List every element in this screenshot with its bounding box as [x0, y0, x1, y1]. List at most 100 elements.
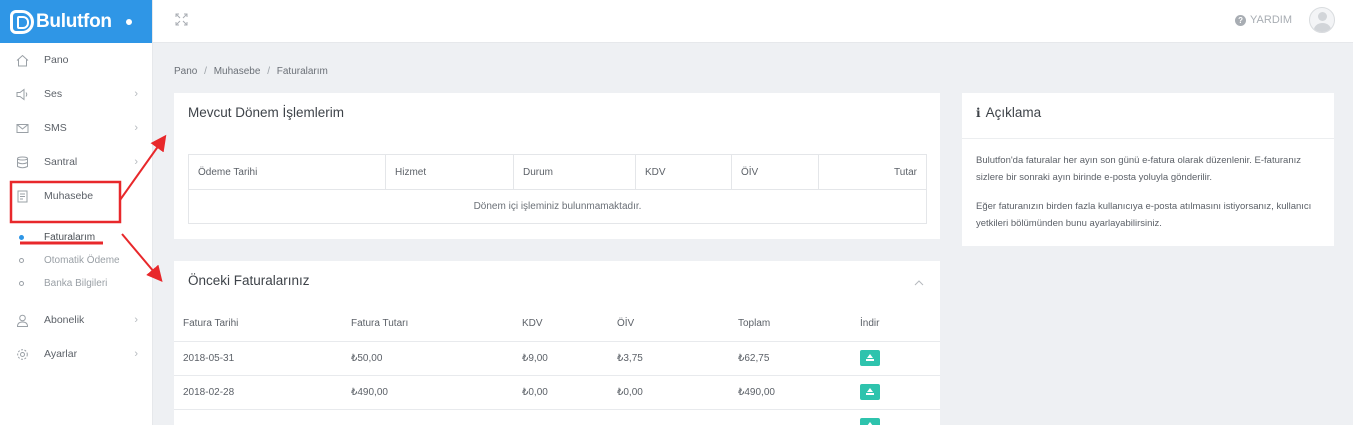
column-header: Fatura Tutarı [342, 306, 513, 342]
sidebar-item-label: Ses [44, 88, 63, 100]
download-cell [851, 409, 940, 425]
info-paragraph: Eğer faturanızın birden fazla kullanıcıy… [976, 201, 1312, 229]
table-header-row: Ödeme Tarihi Hizmet Durum KDV ÖİV Tutar [188, 154, 927, 190]
bulutfon-logo-icon [10, 9, 34, 34]
breadcrumb: Pano / Muhasebe / Faturalarım [174, 66, 332, 77]
invoice-kdv: ₺0,00 [513, 375, 608, 410]
muhasebe-submenu: Faturalarım Otomatik Ödeme Banka Bilgile… [0, 226, 152, 295]
sidebar-item-label: Ayarlar [44, 348, 78, 360]
info-paragraph: Bulutfon'da faturalar her ayın son günü … [976, 155, 1302, 183]
invoice-amount-cutoff [342, 409, 513, 425]
sidebar-item-label: Pano [44, 54, 69, 66]
chevron-right-icon: › [134, 88, 138, 100]
breadcrumb-item[interactable]: Muhasebe [214, 66, 261, 77]
circle-icon [19, 258, 24, 263]
card-title: Mevcut Dönem İşlemlerim [188, 105, 345, 120]
table-row: 2018-05-31 ₺50,00 ₺9,00 ₺3,75 ₺62,75 [174, 341, 940, 376]
table-header-row: Fatura Tarihi Fatura Tutarı KDV ÖİV Topl… [174, 306, 940, 342]
invoice-date-cutoff [174, 409, 342, 425]
invoice-oiv-cutoff [608, 409, 729, 425]
help-label: YARDIM [1250, 14, 1292, 26]
brand-logo[interactable]: Bulutfon [0, 0, 152, 43]
submenu-item-faturalarim[interactable]: Faturalarım [0, 226, 152, 249]
chevron-right-icon: › [134, 348, 138, 360]
info-icon: i [976, 105, 981, 120]
top-bar: ? YARDIM [153, 0, 1353, 43]
chevron-right-icon: › [134, 156, 138, 168]
download-button[interactable] [860, 418, 880, 425]
sidebar-item-pano[interactable]: Pano [0, 43, 152, 77]
sidebar-item-label: Muhasebe [44, 190, 94, 202]
info-title: Açıklama [985, 105, 1042, 120]
invoice-total: ₺62,75 [729, 341, 851, 376]
sidebar: Bulutfon Pano Ses › SMS › Santral › Muha… [0, 0, 153, 425]
table-row [174, 409, 940, 425]
database-icon [15, 155, 29, 169]
invoice-date: 2018-02-28 [174, 375, 342, 410]
sidebar-item-label: Santral [44, 156, 78, 168]
sidebar-item-muhasebe[interactable]: Muhasebe [0, 179, 152, 213]
column-header: Toplam [729, 306, 851, 342]
breadcrumb-separator: / [267, 66, 270, 77]
column-header: Durum [513, 154, 636, 190]
invoice-oiv: ₺0,00 [608, 375, 729, 410]
active-dot-icon [19, 235, 24, 240]
sidebar-item-label: SMS [44, 122, 67, 134]
download-cell [851, 375, 940, 410]
sidebar-nav: Pano Ses › SMS › Santral › Muhasebe [0, 43, 152, 213]
table-row: 2018-02-28 ₺490,00 ₺0,00 ₺0,00 ₺490,00 [174, 375, 940, 410]
column-header: Fatura Tarihi [174, 306, 342, 342]
invoice-oiv: ₺3,75 [608, 341, 729, 376]
download-button[interactable] [860, 384, 880, 400]
document-icon [15, 189, 29, 203]
column-header: Ödeme Tarihi [188, 154, 386, 190]
brand-dot [125, 18, 132, 25]
invoice-amount: ₺50,00 [342, 341, 513, 376]
column-header: ÖİV [731, 154, 819, 190]
sidebar-item-label: Abonelik [44, 314, 85, 326]
chevron-right-icon: › [134, 122, 138, 134]
download-button[interactable] [860, 350, 880, 366]
sidebar-item-ayarlar[interactable]: Ayarlar › [0, 337, 152, 371]
info-card: i Açıklama Bulutfon'da faturalar her ayı… [962, 93, 1334, 246]
home-icon [15, 53, 29, 67]
download-cell [851, 341, 940, 376]
sidebar-item-ses[interactable]: Ses › [0, 77, 152, 111]
previous-invoices-card: Önceki Faturalarınız Fatura Tarihi Fatur… [174, 261, 940, 425]
column-header: KDV [635, 154, 732, 190]
breadcrumb-separator: / [204, 66, 207, 77]
column-header: ÖİV [608, 306, 729, 342]
question-circle-icon: ? [1235, 14, 1247, 26]
table-row: Dönem içi işleminiz bulunmamaktadır. [188, 189, 927, 224]
gear-icon [15, 347, 29, 361]
help-link[interactable]: ? YARDIM [1235, 14, 1292, 26]
invoice-date: 2018-05-31 [174, 341, 342, 376]
invoice-amount: ₺490,00 [342, 375, 513, 410]
sidebar-item-sms[interactable]: SMS › [0, 111, 152, 145]
user-icon [15, 313, 29, 327]
sidebar-item-santral[interactable]: Santral › [0, 145, 152, 179]
card-title: i Açıklama [976, 105, 1041, 120]
submenu-item-label: Banka Bilgileri [44, 278, 108, 289]
fullscreen-icon[interactable] [175, 13, 189, 27]
sidebar-nav-lower: Abonelik › Ayarlar › [0, 303, 152, 371]
current-period-card: Mevcut Dönem İşlemlerim Ödeme Tarihi Hiz… [174, 93, 940, 239]
submenu-item-label: Otomatik Ödeme [44, 255, 120, 266]
avatar[interactable] [1309, 7, 1335, 33]
invoice-total: ₺490,00 [729, 375, 851, 410]
invoice-kdv: ₺9,00 [513, 341, 608, 376]
column-header: KDV [513, 306, 608, 342]
circle-icon [19, 281, 24, 286]
empty-message: Dönem içi işleminiz bulunmamaktadır. [188, 189, 927, 224]
brand-name: Bulutfon [36, 10, 112, 32]
invoice-kdv-cutoff [513, 409, 608, 425]
sidebar-item-abonelik[interactable]: Abonelik › [0, 303, 152, 337]
chevron-up-icon[interactable] [914, 278, 924, 289]
breadcrumb-item[interactable]: Pano [174, 66, 197, 77]
chevron-right-icon: › [134, 314, 138, 326]
submenu-item-banka-bilgileri[interactable]: Banka Bilgileri [0, 272, 152, 295]
current-period-table: Ödeme Tarihi Hizmet Durum KDV ÖİV Tutar … [188, 154, 927, 224]
submenu-item-otomatik-odeme[interactable]: Otomatik Ödeme [0, 249, 152, 272]
speaker-icon [15, 87, 29, 101]
invoice-total-cutoff [729, 409, 851, 425]
